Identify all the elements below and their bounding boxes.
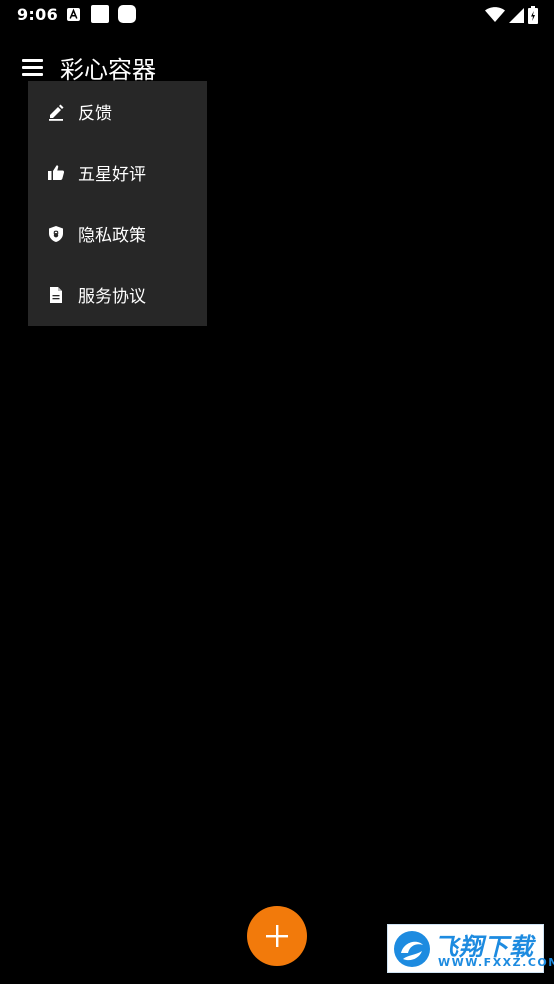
menu-item-label: 隐私政策 <box>78 226 146 246</box>
screen: 9:06 彩心容器 反馈 五星好评 隐私政策 服务协议 飞翔下载 WWW.FXX… <box>0 0 554 984</box>
status-bar: 9:06 <box>0 0 554 32</box>
menu-item-label: 五星好评 <box>78 165 146 185</box>
menu-item-feedback[interactable]: 反馈 <box>28 81 207 142</box>
popup-menu: 反馈 五星好评 隐私政策 服务协议 <box>28 81 207 326</box>
menu-item-five-star-rating[interactable]: 五星好评 <box>28 142 207 203</box>
battery-icon <box>528 6 538 24</box>
app-title: 彩心容器 <box>60 56 156 84</box>
thumb-up-icon <box>47 164 65 182</box>
signal-icon <box>509 7 524 23</box>
watermark-sub-text: WWW.FXXZ.COM <box>438 956 554 969</box>
a-notification-icon <box>67 8 80 21</box>
square-notification-icon <box>91 5 109 23</box>
menu-item-privacy-policy[interactable]: 隐私政策 <box>28 203 207 264</box>
document-icon <box>47 286 65 304</box>
plus-icon <box>266 925 288 947</box>
watermark-swirl-icon <box>394 931 430 967</box>
menu-item-label: 服务协议 <box>78 287 146 307</box>
wifi-icon <box>485 7 505 22</box>
menu-item-service-agreement[interactable]: 服务协议 <box>28 264 207 325</box>
status-time: 9:06 <box>17 5 58 24</box>
status-right-icons <box>485 5 538 25</box>
edit-pencil-icon <box>47 103 65 121</box>
watermark-logo: 飞翔下载 WWW.FXXZ.COM <box>387 924 554 973</box>
add-fab-button[interactable] <box>247 906 307 966</box>
menu-item-label: 反馈 <box>78 104 112 124</box>
shield-lock-icon <box>47 225 65 243</box>
hamburger-menu-icon[interactable] <box>20 55 44 79</box>
rounded-square-notification-icon <box>118 5 136 23</box>
